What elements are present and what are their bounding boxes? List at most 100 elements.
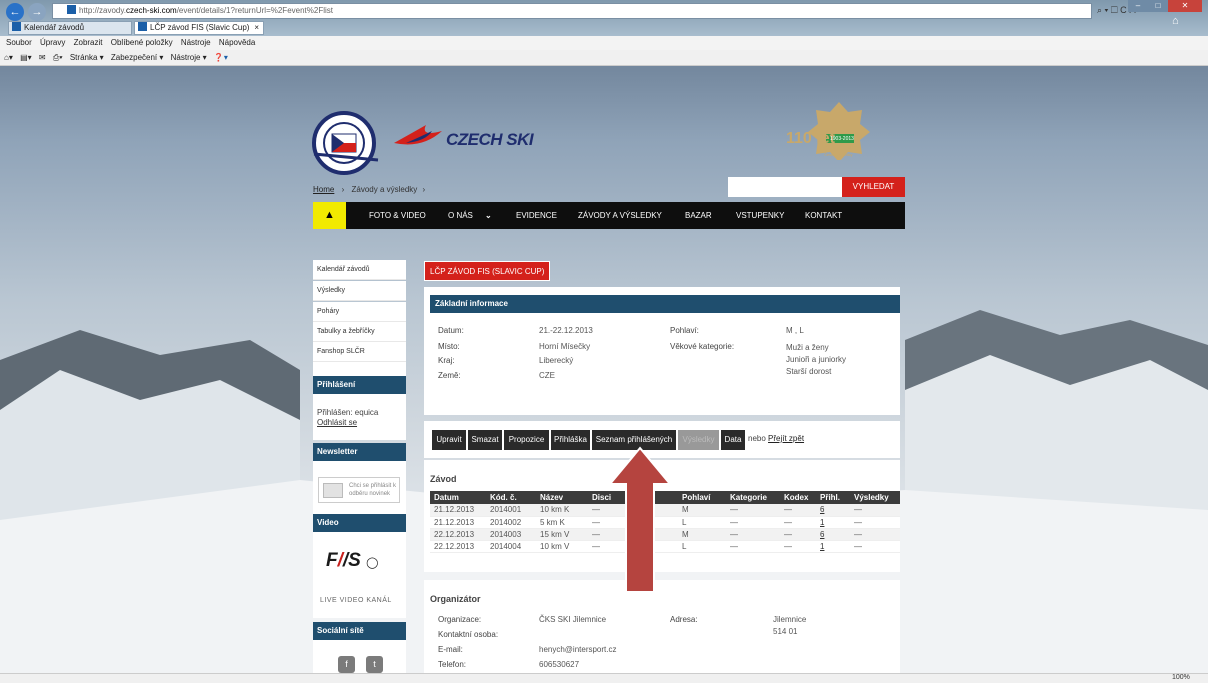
event-gender: M , L: [786, 326, 804, 335]
nav-contact[interactable]: KONTAKT: [805, 202, 842, 229]
live-video-caption: LIVE VIDEO KANÁL: [320, 597, 392, 604]
race-heading: Závod: [430, 474, 457, 484]
address-bar[interactable]: http://zavody.czech-ski.com/event/detail…: [52, 3, 1092, 19]
command-bar: ⌂▾ ▤▾ ✉ ⎙▾ Stránka ▾ Zabezpečení ▾ Nástr…: [0, 50, 1208, 66]
go-back-link[interactable]: Přejít zpět: [768, 434, 804, 443]
menu-view[interactable]: Zobrazit: [74, 38, 103, 47]
breadcrumb-current[interactable]: Závody a výsledky: [351, 185, 417, 194]
fis-logo[interactable]: F//S ◯: [326, 550, 378, 572]
organizer-email: henych@intersport.cz: [539, 645, 617, 654]
login-box: Přihlášen: equica Odhlásit se: [313, 394, 406, 440]
back-icon[interactable]: ←: [6, 3, 24, 21]
video-heading: Video: [313, 514, 406, 532]
sidebar-spacer: [313, 362, 406, 376]
organizer-address-2: 514 01: [773, 627, 798, 636]
sidebar-item-cups[interactable]: Poháry: [313, 302, 406, 322]
nav-home-icon[interactable]: ▲: [313, 202, 346, 229]
help-icon[interactable]: ❓▾: [214, 53, 228, 62]
close-icon[interactable]: ✕: [1168, 0, 1202, 12]
results-button: Výsledky: [678, 430, 719, 450]
nav-tickets[interactable]: VSTUPENKY: [736, 202, 784, 229]
nav-bazar[interactable]: BAZAR: [685, 202, 712, 229]
registered-count-link[interactable]: 6: [816, 504, 850, 517]
maximize-icon[interactable]: □: [1148, 0, 1168, 12]
print-icon[interactable]: ⎙▾: [53, 53, 63, 62]
breadcrumb-home-link[interactable]: Home: [313, 185, 334, 194]
basic-info-heading: Základní informace: [430, 295, 900, 313]
login-status: Přihlášen: equica: [317, 408, 379, 417]
forward-icon[interactable]: →: [28, 3, 46, 21]
back-link-wrap: nebo Přejít zpět: [748, 434, 805, 443]
facebook-icon[interactable]: f: [338, 656, 355, 673]
cmd-safety[interactable]: Zabezpečení ▾: [111, 53, 164, 62]
nav-evidence[interactable]: EVIDENCE: [516, 202, 557, 229]
event-age-cat-3: Starší dorost: [786, 367, 832, 376]
breadcrumb: Home › Závody a výsledky ›: [313, 185, 426, 194]
anniversary-badge: 110 let 1903-2013 Svaz lyžařů České repu…: [786, 100, 906, 166]
data-button[interactable]: Data: [721, 430, 745, 450]
logout-link[interactable]: Odhlásit se: [317, 418, 357, 427]
annotation-arrow-icon: [608, 446, 672, 593]
delete-button[interactable]: Smazat: [468, 430, 502, 450]
propositions-button[interactable]: Propozice: [504, 430, 549, 450]
minimize-icon[interactable]: –: [1128, 0, 1148, 12]
site-favicon-icon: [67, 5, 76, 14]
organizer-address-1: Jilemnice: [773, 615, 807, 624]
cmd-tools[interactable]: Nástroje ▾: [171, 53, 207, 62]
menu-edit[interactable]: Úpravy: [40, 38, 65, 47]
event-title-badge: LČP ZÁVOD FIS (SLAVIC CUP): [424, 261, 551, 281]
newsletter-heading: Newsletter: [313, 443, 406, 461]
home-icon[interactable]: ⌂: [1172, 15, 1179, 27]
menu-file[interactable]: Soubor: [6, 38, 32, 47]
nav-photo-video[interactable]: FOTO & VIDEO: [369, 202, 426, 229]
event-age-cat-2: Junioři a juniorky: [786, 355, 847, 364]
sidebar-item-results[interactable]: Výsledky: [313, 281, 406, 301]
sidebar-item-rankings[interactable]: Tabulky a žebříčky: [313, 322, 406, 342]
cmd-page[interactable]: Stránka ▾: [70, 53, 104, 62]
search-button[interactable]: VYHLEDAT: [842, 177, 905, 197]
nav-races-results[interactable]: ZÁVODY A VÝSLEDKY: [578, 202, 662, 229]
login-heading: Přihlášení: [313, 376, 406, 394]
sidebar-item-fanshop[interactable]: Fanshop SLČR: [313, 342, 406, 362]
tab-calendar[interactable]: Kalendář závodů: [8, 21, 132, 35]
organizer-heading: Organizátor: [430, 594, 481, 604]
event-country: CZE: [539, 371, 555, 380]
social-box: [313, 640, 406, 673]
registered-count-link[interactable]: 6: [816, 528, 850, 541]
czech-ski-logo-text: CZECH SKI: [446, 130, 534, 149]
menu-tools[interactable]: Nástroje: [181, 38, 211, 47]
event-date: 21.-22.12.2013: [539, 326, 593, 335]
menu-help[interactable]: Nápověda: [219, 38, 255, 47]
zoom-level[interactable]: 100%: [1172, 674, 1190, 681]
registered-count-link[interactable]: 1: [816, 516, 850, 529]
tab-close-icon[interactable]: ×: [254, 22, 259, 34]
sidebar-item-calendar[interactable]: Kalendář závodů: [313, 260, 406, 280]
tab-event[interactable]: LČP závod FIS (Slavic Cup) ×: [134, 21, 264, 35]
feeds-icon[interactable]: ▤▾: [20, 53, 32, 62]
mail-icon[interactable]: ✉: [39, 53, 46, 62]
menu-favorites[interactable]: Oblíbené položky: [111, 38, 173, 47]
organizer-name: ČKS SKI Jilemnice: [539, 615, 607, 624]
registration-button[interactable]: Přihláška: [551, 430, 590, 450]
newsletter-signup[interactable]: Chci se přihlásit k odběru novinek: [318, 477, 400, 503]
organizer-phone: 606530627: [539, 660, 580, 669]
search-input[interactable]: [728, 177, 842, 197]
home-page-icon[interactable]: ⌂▾: [4, 53, 13, 62]
main-navigation: ▲ FOTO & VIDEO O NÁS ⌄ EVIDENCE ZÁVODY A…: [313, 202, 905, 229]
event-place: Horní Mísečky: [539, 342, 591, 351]
play-circle-icon: ◯: [366, 557, 379, 569]
social-heading: Sociální sítě: [313, 622, 406, 640]
chevron-down-icon[interactable]: ⌄: [485, 202, 492, 229]
czech-ski-swoosh-logo: [394, 125, 442, 145]
edit-button[interactable]: Upravit: [432, 430, 466, 450]
twitter-icon[interactable]: t: [366, 656, 383, 673]
nav-about[interactable]: O NÁS: [448, 202, 473, 229]
video-box: [313, 532, 406, 618]
browser-titlebar: ← → http://zavody.czech-ski.com/event/de…: [0, 0, 1208, 36]
tab-favicon-icon: [138, 22, 147, 31]
ski-association-logo: [312, 111, 379, 175]
registered-count-link[interactable]: 1: [816, 540, 850, 553]
status-bar: 100%: [0, 673, 1208, 683]
event-region: Liberecký: [539, 356, 574, 365]
envelope-icon: [323, 483, 343, 498]
